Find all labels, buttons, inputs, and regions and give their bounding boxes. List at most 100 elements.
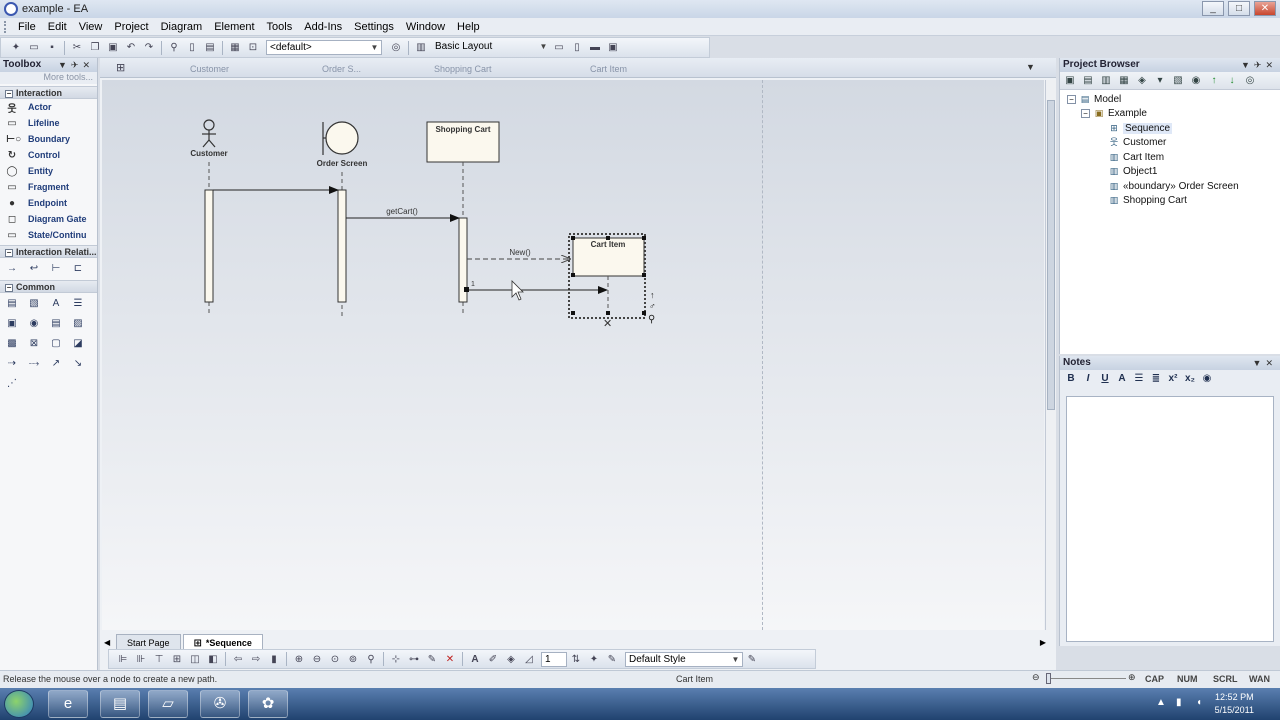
zoom-out-icon[interactable]: ⊖: [1032, 672, 1040, 683]
line-color-icon[interactable]: ✐: [485, 652, 501, 667]
delete-x-icon[interactable]: ✕: [603, 318, 612, 330]
zoom-in-icon[interactable]: ⊕: [291, 652, 307, 667]
call-icon[interactable]: ⊢: [49, 262, 63, 276]
properties-icon[interactable]: ▦: [227, 40, 243, 55]
move-up-icon[interactable]: ↑: [1207, 74, 1221, 87]
new-view-icon[interactable]: ▥: [1099, 74, 1113, 87]
workspace-layout-combo[interactable]: Basic Layout ▼: [432, 40, 550, 55]
realize-icon[interactable]: ⤏: [27, 357, 41, 371]
menu-tools[interactable]: Tools: [261, 21, 299, 33]
open-icon[interactable]: ▭: [26, 40, 42, 55]
new-icon[interactable]: ✦: [8, 40, 24, 55]
note-link-icon[interactable]: ⋰: [5, 377, 19, 391]
boundary-box-icon[interactable]: ◪: [71, 337, 85, 351]
note-icon[interactable]: ▤: [5, 297, 19, 311]
menu-help[interactable]: Help: [451, 21, 486, 33]
numbered-list-icon[interactable]: ≣: [1149, 372, 1163, 386]
align-center-icon[interactable]: ⊪: [133, 652, 149, 667]
layout-icon[interactable]: ▥: [413, 40, 429, 55]
image-icon[interactable]: ▩: [5, 337, 19, 351]
relations-group-header[interactable]: − Interaction Relati...: [0, 245, 97, 258]
align-top-icon[interactable]: ⊤: [151, 652, 167, 667]
package-icon[interactable]: ▢: [49, 337, 63, 351]
underline-icon[interactable]: U: [1098, 372, 1112, 386]
trace-icon[interactable]: ↗: [49, 357, 63, 371]
diagram-canvas[interactable]: Customer Order Screen Shopping Cart getC…: [102, 80, 1044, 630]
menu-file[interactable]: File: [12, 21, 42, 33]
settings-icon[interactable]: ◎: [1243, 74, 1257, 87]
bookmark-icon[interactable]: ▮: [266, 652, 282, 667]
bold-icon[interactable]: B: [1064, 372, 1078, 386]
tool-actor[interactable]: 웃 Actor: [0, 99, 97, 115]
text-color-icon[interactable]: A: [1115, 372, 1129, 386]
tool-fragment[interactable]: ▭ Fragment: [0, 179, 97, 195]
new-element-icon[interactable]: ◈: [1135, 74, 1149, 87]
superscript-icon[interactable]: x²: [1166, 372, 1180, 386]
panel-icon[interactable]: ▯: [569, 40, 585, 55]
quick-link-arrow-icon[interactable]: ↑: [650, 290, 655, 300]
information-flow-icon[interactable]: ↘: [71, 357, 85, 371]
list-icon[interactable]: ☰: [71, 297, 85, 311]
taskbar-ea-icon[interactable]: ✇: [200, 690, 240, 718]
target-icon[interactable]: ◎: [388, 40, 404, 55]
scroll-right-icon[interactable]: ▶: [1040, 638, 1046, 647]
hyperlink-icon[interactable]: ▣: [5, 317, 19, 331]
tool-control[interactable]: ↻ Control: [0, 147, 97, 163]
find-icon[interactable]: ⚲: [166, 40, 182, 55]
customer-actor[interactable]: [202, 119, 216, 148]
save-icon[interactable]: ▪: [44, 40, 60, 55]
tool-diagram-gate[interactable]: ◻ Diagram Gate: [0, 211, 97, 227]
paint-brush-icon[interactable]: ✎: [604, 652, 620, 667]
forward-icon[interactable]: ⇨: [248, 652, 264, 667]
zoom-search-icon[interactable]: ⚲: [363, 652, 379, 667]
order-screen-boundary[interactable]: [322, 121, 359, 155]
zoom-fit-icon[interactable]: ⊙: [327, 652, 343, 667]
send-back-icon[interactable]: ◧: [205, 652, 221, 667]
undo-icon[interactable]: ↶: [123, 40, 139, 55]
stepper-icon[interactable]: ⇅: [568, 652, 584, 667]
message-arrow-icon[interactable]: →: [5, 262, 19, 276]
constraint-icon[interactable]: ⊠: [27, 337, 41, 351]
globe-icon[interactable]: ◉: [27, 317, 41, 331]
align-left-icon[interactable]: ⊫: [115, 652, 131, 667]
close-button[interactable]: ✕: [1254, 1, 1276, 16]
tool-state-continuation[interactable]: ▭ State/Continu: [0, 227, 97, 243]
style-options-icon[interactable]: ✎: [744, 652, 760, 667]
bring-front-icon[interactable]: ◫: [187, 652, 203, 667]
redo-icon[interactable]: ↷: [141, 40, 157, 55]
menu-settings[interactable]: Settings: [348, 21, 400, 33]
tree-item-cart-item[interactable]: ▥ Cart Item: [1060, 150, 1280, 165]
zoom-100-icon[interactable]: ⊚: [345, 652, 361, 667]
new-folder-icon[interactable]: ▤: [1081, 74, 1095, 87]
system-clock[interactable]: 12:52 PM 5/15/2011: [1215, 691, 1254, 717]
tree-item-shopping-cart[interactable]: ▥ Shopping Cart: [1060, 194, 1280, 209]
common-group-header[interactable]: − Common: [0, 280, 97, 293]
customer-activation[interactable]: [204, 189, 214, 303]
taskbar-sticky-notes-icon[interactable]: ▱: [148, 690, 188, 718]
cut-icon[interactable]: ✂: [69, 40, 85, 55]
diagram-frame-icon[interactable]: ▨: [71, 317, 85, 331]
taskbar-ie-icon[interactable]: e: [48, 690, 88, 718]
tool-lifeline[interactable]: ▭ Lifeline: [0, 115, 97, 131]
zoom-thumb[interactable]: [1046, 673, 1051, 684]
tree-item-model[interactable]: − ▤ Model: [1060, 92, 1280, 107]
paste-icon[interactable]: ▣: [105, 40, 121, 55]
interaction-group-header[interactable]: − Interaction: [0, 86, 97, 99]
zoom-slider[interactable]: ⊖ ⊕: [1032, 672, 1140, 685]
order-screen-activation[interactable]: [337, 189, 347, 303]
dependency-icon[interactable]: ⇢: [5, 357, 19, 371]
pin-icon[interactable]: ✎: [424, 652, 440, 667]
text-icon[interactable]: A: [49, 297, 63, 311]
menu-edit[interactable]: Edit: [42, 21, 73, 33]
zoom-out-icon[interactable]: ⊖: [309, 652, 325, 667]
panel-controls[interactable]: ▼✈✕: [58, 58, 94, 72]
more-tools-link[interactable]: More tools...: [0, 72, 97, 84]
tree-item-customer[interactable]: 웃 Customer: [1060, 136, 1280, 151]
print-icon[interactable]: ▤: [202, 40, 218, 55]
italic-icon[interactable]: I: [1081, 372, 1095, 386]
split-icon[interactable]: ▬: [587, 40, 603, 55]
tree-icon[interactable]: ⊹: [388, 652, 404, 667]
package-control-icon[interactable]: ▧: [1171, 74, 1185, 87]
document-icon[interactable]: ▤: [49, 317, 63, 331]
bullet-list-icon[interactable]: ☰: [1132, 372, 1146, 386]
